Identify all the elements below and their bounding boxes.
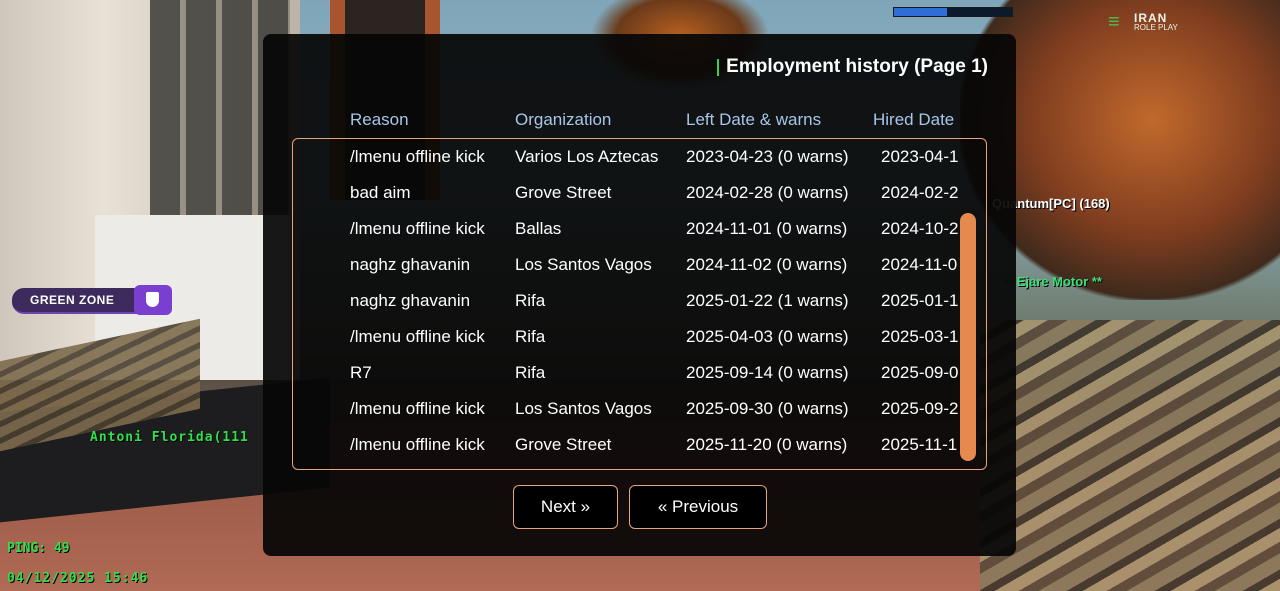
shield-icon bbox=[146, 292, 159, 307]
green-zone-label: GREEN ZONE bbox=[30, 293, 115, 307]
cell-organization: Los Santos Vagos bbox=[515, 399, 652, 418]
cell-organization: Rifa bbox=[515, 327, 546, 346]
server-logo: ≡ IRAN ROLE PLAY bbox=[1108, 10, 1198, 36]
column-header-reason: Reason bbox=[350, 110, 409, 129]
ejare-motor-label: ** Ejare Motor ** bbox=[1003, 274, 1102, 289]
cell-left-date: 2025-01-22 (1 warns) bbox=[686, 291, 849, 310]
ping-display: PING: 49 bbox=[7, 541, 70, 556]
cell-organization: Rifa bbox=[515, 363, 546, 382]
shield-icon-box bbox=[134, 285, 172, 315]
cell-hired-date: 2025-09-2 bbox=[881, 399, 959, 418]
list-item[interactable]: naghz ghavanin Los Santos Vagos 2024-11-… bbox=[293, 247, 958, 283]
list-item[interactable]: /lmenu offline kick Grove Street 2025-11… bbox=[293, 427, 958, 463]
list-item[interactable]: R7 Rifa 2025-09-14 (0 warns) 2025-09-0 bbox=[293, 355, 959, 391]
cell-reason: /lmenu offline kick bbox=[350, 435, 485, 454]
cell-hired-date: 2025-11-1 bbox=[881, 435, 958, 454]
cell-left-date: 2024-11-01 (0 warns) bbox=[686, 219, 848, 238]
cell-hired-date: 2025-09-0 bbox=[881, 363, 959, 382]
cell-left-date: 2023-04-23 (0 warns) bbox=[686, 147, 849, 166]
dialog-title: Employment history (Page 1) bbox=[717, 56, 988, 78]
cell-organization: Varios Los Aztecas bbox=[515, 147, 659, 166]
list-scrollbar[interactable] bbox=[960, 213, 976, 461]
logo-subtitle: ROLE PLAY bbox=[1134, 23, 1178, 32]
cell-reason: /lmenu offline kick bbox=[350, 147, 485, 166]
list-item[interactable]: bad aim Grove Street 2024-02-28 (0 warns… bbox=[293, 175, 959, 211]
next-page-button[interactable]: Next » bbox=[513, 485, 618, 529]
cell-reason: R7 bbox=[350, 363, 372, 382]
list-item[interactable]: /lmenu offline kick Rifa 2025-04-03 (0 w… bbox=[293, 319, 959, 355]
date-time-display: 04/12/2025 15:46 bbox=[7, 571, 149, 586]
cell-hired-date: 2025-01-1 bbox=[881, 291, 959, 310]
cell-left-date: 2024-11-02 (0 warns) bbox=[686, 255, 848, 274]
cell-organization: Rifa bbox=[515, 291, 546, 310]
cell-left-date: 2025-09-30 (0 warns) bbox=[686, 399, 849, 418]
cell-hired-date: 2023-04-1 bbox=[881, 147, 959, 166]
cell-organization: Los Santos Vagos bbox=[515, 255, 652, 274]
cell-left-date: 2025-04-03 (0 warns) bbox=[686, 327, 849, 346]
dialog-title-text: Employment history (Page 1) bbox=[726, 56, 988, 77]
cell-reason: naghz ghavanin bbox=[350, 291, 471, 310]
column-header-hired-date: Hired Date bbox=[873, 110, 955, 129]
green-zone-pill: GREEN ZONE bbox=[12, 288, 137, 314]
wood-planks bbox=[980, 320, 1280, 591]
cell-reason: naghz ghavanin bbox=[350, 255, 471, 274]
history-list[interactable]: /lmenu offline kick Varios Los Aztecas 2… bbox=[292, 138, 987, 470]
list-item[interactable]: /lmenu offline kick Los Santos Vagos 202… bbox=[293, 391, 959, 427]
cell-hired-date: 2024-11-0 bbox=[881, 255, 958, 274]
list-item[interactable]: /lmenu offline kick Varios Los Aztecas 2… bbox=[293, 139, 959, 175]
player-name-tag: Antoni Florida(111 bbox=[90, 430, 249, 445]
cell-hired-date: 2025-03-1 bbox=[881, 327, 959, 346]
cell-organization: Ballas bbox=[515, 219, 562, 238]
column-header-organization: Organization bbox=[515, 110, 612, 129]
cell-hired-date: 2024-02-2 bbox=[881, 183, 959, 202]
cell-organization: Grove Street bbox=[515, 435, 612, 454]
cell-reason: bad aim bbox=[350, 183, 411, 202]
cell-hired-date: 2024-10-2 bbox=[881, 219, 959, 238]
cell-left-date: 2024-02-28 (0 warns) bbox=[686, 183, 849, 202]
green-zone-indicator: GREEN ZONE bbox=[12, 285, 172, 315]
cell-reason: /lmenu offline kick bbox=[350, 327, 485, 346]
logo-mark-icon: ≡ bbox=[1108, 11, 1120, 33]
previous-page-button[interactable]: « Previous bbox=[629, 485, 767, 529]
list-item[interactable]: naghz ghavanin Rifa 2025-01-22 (1 warns)… bbox=[293, 283, 959, 319]
health-bar bbox=[893, 7, 1013, 17]
column-header-left-date: Left Date & warns bbox=[686, 110, 822, 129]
cell-organization: Grove Street bbox=[515, 183, 612, 202]
column-headers: Reason Organization Left Date & warns Hi… bbox=[263, 110, 1016, 132]
health-bar-fill bbox=[894, 8, 948, 16]
title-accent-bar bbox=[717, 59, 720, 76]
cell-reason: /lmenu offline kick bbox=[350, 219, 485, 238]
cell-reason: /lmenu offline kick bbox=[350, 399, 485, 418]
cell-left-date: 2025-09-14 (0 warns) bbox=[686, 363, 849, 382]
list-item[interactable]: /lmenu offline kick Ballas 2024-11-01 (0… bbox=[293, 211, 959, 247]
employment-history-dialog: Employment history (Page 1) Reason Organ… bbox=[263, 34, 1016, 556]
cell-left-date: 2025-11-20 (0 warns) bbox=[686, 435, 848, 454]
